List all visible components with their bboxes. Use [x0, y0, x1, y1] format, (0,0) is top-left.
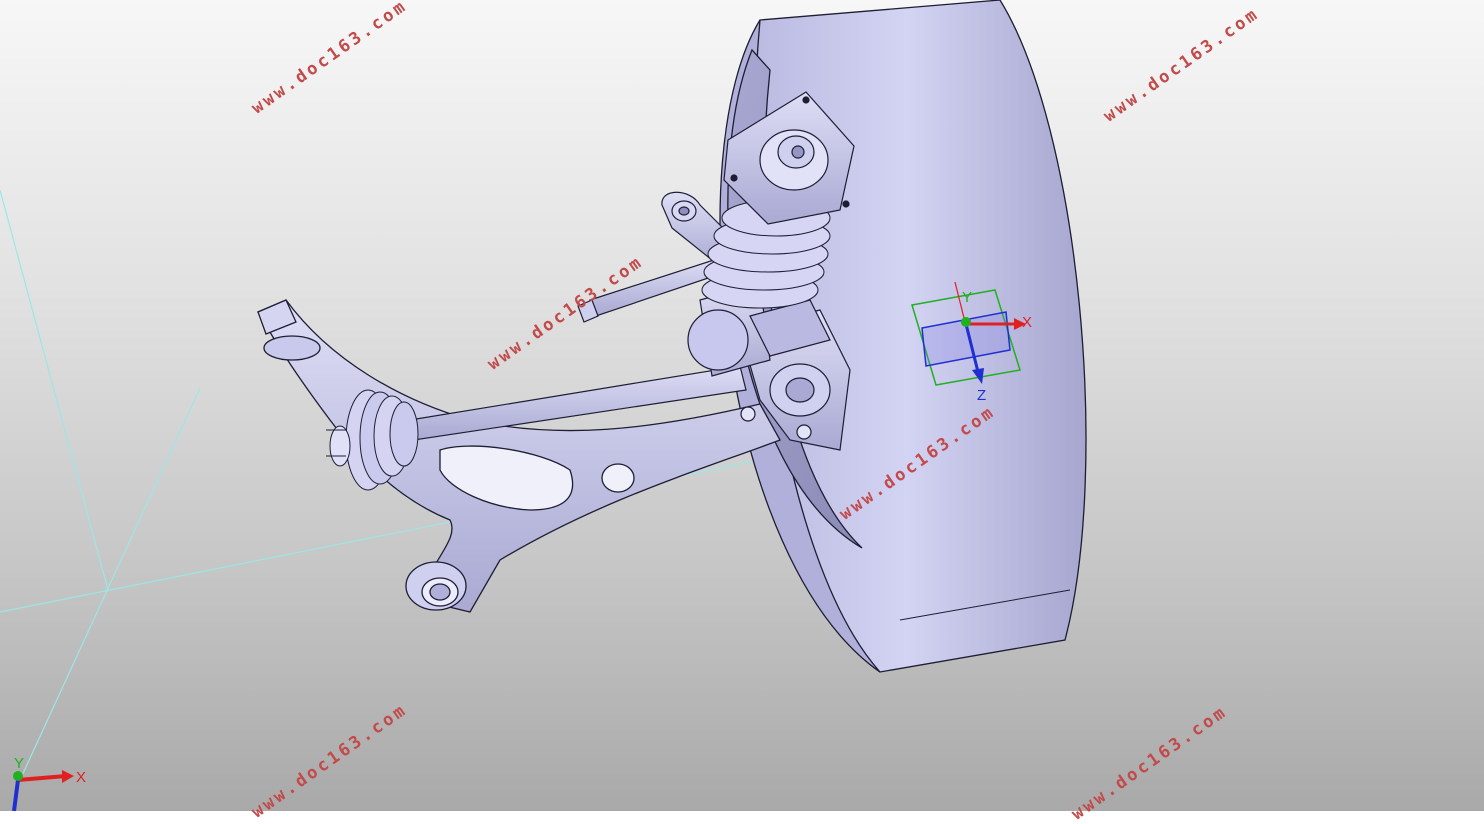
bushing-front [405, 561, 467, 611]
manipulator-x-label: X [1022, 314, 1032, 331]
manipulator-z-label: Z [977, 387, 986, 404]
axis-triad[interactable]: X Y [12, 755, 86, 811]
triad-y-label: Y [14, 755, 24, 772]
triad-x-label: X [76, 769, 86, 786]
suspension-assembly-model[interactable]: X Y Z X Y [0, 0, 1484, 811]
manipulator-y-label: Y [962, 289, 972, 306]
3d-viewport[interactable]: X Y Z X Y www.doc163.com www.doc163.com … [0, 0, 1484, 824]
